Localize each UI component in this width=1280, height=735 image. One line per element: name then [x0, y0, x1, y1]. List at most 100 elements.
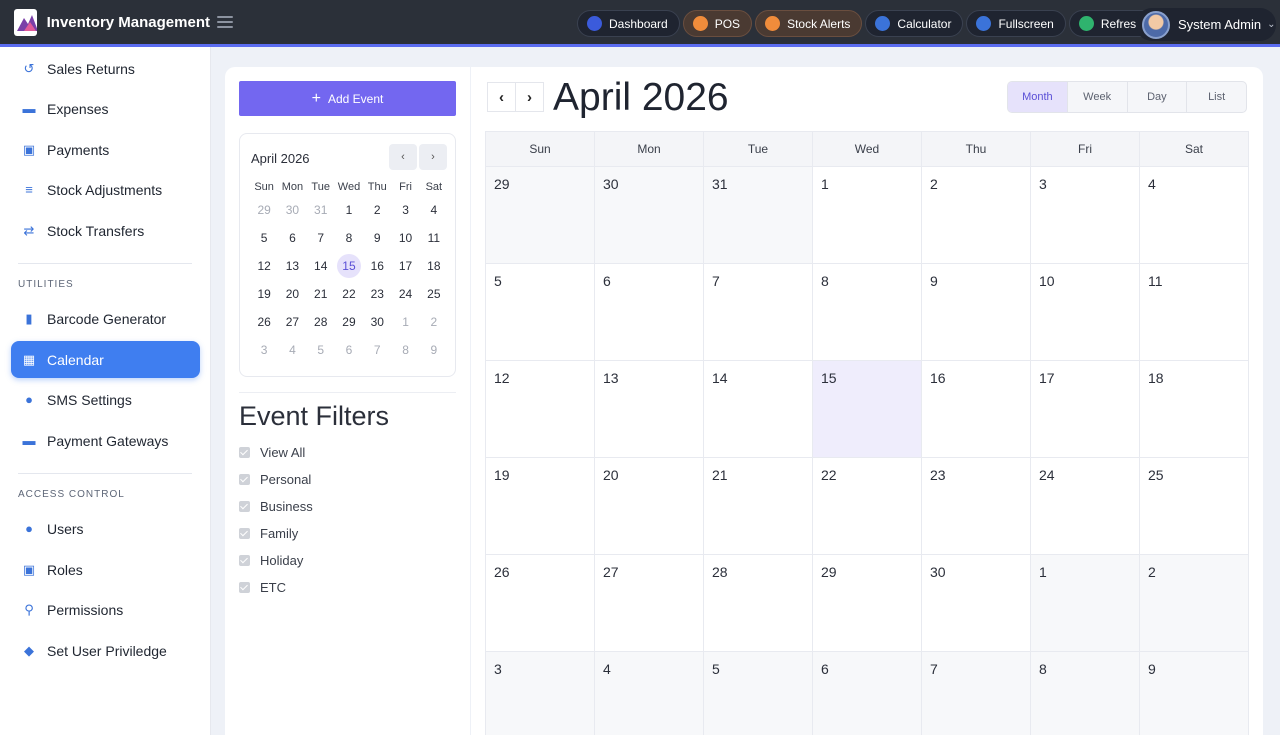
filter-business[interactable]: Business [239, 499, 313, 514]
sidebar-item-barcode-generator[interactable]: ▮ Barcode Generator [11, 300, 200, 337]
dashboard-button[interactable]: Dashboard [577, 10, 680, 37]
filter-view-all[interactable]: View All [239, 445, 305, 460]
day-cell[interactable]: 20 [595, 458, 704, 554]
day-cell[interactable]: 29 [485, 167, 595, 263]
day-cell[interactable]: 24 [1031, 458, 1140, 554]
day-cell[interactable]: 19 [485, 458, 595, 554]
day-cell[interactable]: 5 [704, 652, 813, 735]
day-cell[interactable]: 18 [1140, 361, 1249, 457]
day-cell[interactable]: 31 [704, 167, 813, 263]
mini-day[interactable]: 20 [278, 287, 306, 301]
menu-toggle-icon[interactable] [217, 16, 233, 30]
pos-button[interactable]: POS [682, 10, 753, 37]
mini-day[interactable]: 4 [420, 203, 448, 217]
mini-day[interactable]: 6 [278, 231, 306, 245]
day-cell[interactable]: 9 [922, 264, 1031, 360]
mini-day[interactable]: 16 [363, 259, 391, 273]
mini-day[interactable]: 6 [335, 343, 363, 357]
prev-month-button[interactable]: ‹ [487, 82, 516, 112]
day-cell[interactable]: 4 [1140, 167, 1249, 263]
day-cell[interactable]: 6 [813, 652, 922, 735]
checkbox-checked-icon[interactable] [239, 501, 250, 512]
mini-day[interactable]: 10 [391, 231, 419, 245]
mini-day[interactable]: 5 [307, 343, 335, 357]
mini-day[interactable]: 1 [335, 203, 363, 217]
day-cell[interactable]: 3 [1031, 167, 1140, 263]
mini-day[interactable]: 3 [391, 203, 419, 217]
next-month-button[interactable]: › [515, 82, 544, 112]
mini-day[interactable]: 1 [391, 315, 419, 329]
mini-day[interactable]: 24 [391, 287, 419, 301]
day-cell[interactable]: 29 [813, 555, 922, 651]
filter-personal[interactable]: Personal [239, 472, 311, 487]
sidebar-item-expenses[interactable]: ▬ Expenses [11, 90, 200, 127]
day-cell[interactable]: 12 [485, 361, 595, 457]
sidebar-item-users[interactable]: ● Users [11, 510, 200, 547]
mini-day[interactable]: 30 [278, 203, 306, 217]
day-cell[interactable]: 23 [922, 458, 1031, 554]
mini-day[interactable]: 26 [250, 315, 278, 329]
filter-holiday[interactable]: Holiday [239, 553, 303, 568]
day-cell[interactable]: 27 [595, 555, 704, 651]
mini-day[interactable]: 4 [278, 343, 306, 357]
stock-alerts-button[interactable]: Stock Alerts [755, 10, 863, 37]
day-cell[interactable]: 9 [1140, 652, 1249, 735]
mini-day[interactable]: 31 [307, 203, 335, 217]
sidebar-item-payment-gateways[interactable]: ▬ Payment Gateways [11, 422, 200, 459]
sidebar-item-sales-returns[interactable]: ↺ Sales Returns [11, 50, 200, 87]
day-cell[interactable]: 7 [922, 652, 1031, 735]
mini-day[interactable]: 14 [307, 259, 335, 273]
day-cell[interactable]: 17 [1031, 361, 1140, 457]
mini-day[interactable]: 3 [250, 343, 278, 357]
sidebar-item-payments[interactable]: ▣ Payments [11, 131, 200, 168]
day-cell[interactable]: 5 [485, 264, 595, 360]
mini-day[interactable]: 2 [420, 315, 448, 329]
mini-day[interactable]: 18 [420, 259, 448, 273]
mini-day[interactable]: 25 [420, 287, 448, 301]
day-cell[interactable]: 30 [922, 555, 1031, 651]
day-cell[interactable]: 8 [1031, 652, 1140, 735]
day-cell[interactable]: 26 [485, 555, 595, 651]
day-cell[interactable]: 7 [704, 264, 813, 360]
mini-day[interactable]: 11 [420, 231, 448, 245]
mini-day[interactable]: 27 [278, 315, 306, 329]
calculator-button[interactable]: Calculator [865, 10, 964, 37]
mini-day[interactable]: 23 [363, 287, 391, 301]
view-week-button[interactable]: Week [1068, 82, 1128, 112]
day-cell[interactable]: 4 [595, 652, 704, 735]
mini-day[interactable]: 29 [335, 315, 363, 329]
day-cell[interactable]: 10 [1031, 264, 1140, 360]
mini-day[interactable]: 9 [420, 343, 448, 357]
mini-next-button[interactable]: › [419, 144, 447, 170]
mini-day[interactable]: 9 [363, 231, 391, 245]
mini-day[interactable]: 8 [335, 231, 363, 245]
mini-day[interactable]: 17 [391, 259, 419, 273]
view-day-button[interactable]: Day [1128, 82, 1188, 112]
fullscreen-button[interactable]: Fullscreen [966, 10, 1066, 37]
day-cell[interactable]: 28 [704, 555, 813, 651]
mini-day[interactable]: 22 [335, 287, 363, 301]
day-cell[interactable]: 3 [485, 652, 595, 735]
day-cell[interactable]: 13 [595, 361, 704, 457]
mini-day[interactable]: 2 [363, 203, 391, 217]
sidebar-item-calendar[interactable]: ▦ Calendar [11, 341, 200, 378]
view-list-button[interactable]: List [1187, 82, 1246, 112]
day-cell[interactable]: 30 [595, 167, 704, 263]
view-month-button[interactable]: Month [1008, 82, 1068, 112]
mini-day[interactable]: 7 [307, 231, 335, 245]
mini-day[interactable]: 12 [250, 259, 278, 273]
day-cell[interactable]: 16 [922, 361, 1031, 457]
checkbox-checked-icon[interactable] [239, 528, 250, 539]
checkbox-checked-icon[interactable] [239, 555, 250, 566]
checkbox-checked-icon[interactable] [239, 474, 250, 485]
day-cell[interactable]: 8 [813, 264, 922, 360]
sidebar-item-permissions[interactable]: ⚲ Permissions [11, 591, 200, 628]
sidebar-item-roles[interactable]: ▣ Roles [11, 551, 200, 588]
mini-day[interactable]: 21 [307, 287, 335, 301]
sidebar-item-set-user-priviledge[interactable]: ◆ Set User Priviledge [11, 632, 200, 669]
day-cell[interactable]: 6 [595, 264, 704, 360]
brand[interactable]: Inventory Management [0, 0, 210, 44]
user-menu[interactable]: System Admin ⌄ [1136, 8, 1276, 41]
checkbox-checked-icon[interactable] [239, 582, 250, 593]
mini-day[interactable]: 19 [250, 287, 278, 301]
